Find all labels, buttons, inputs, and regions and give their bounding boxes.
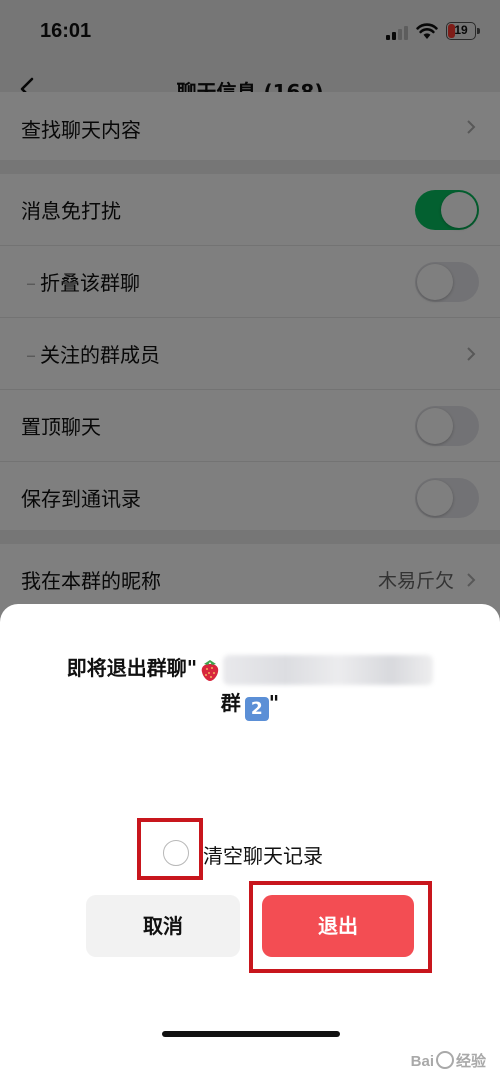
clear-history-label: 清空聊天记录: [203, 844, 323, 868]
exit-group-message: 即将退出群聊" 群 2 ": [0, 654, 500, 721]
clear-history-radio[interactable]: [163, 840, 189, 866]
message-suffix: ": [268, 690, 280, 715]
baidu-watermark: Bai 经验: [410, 1051, 486, 1070]
strawberry-icon: [201, 659, 219, 681]
home-indicator: [162, 1031, 340, 1037]
message-prefix: 即将退出群聊": [66, 656, 198, 680]
message-line2: 群: [220, 690, 241, 715]
exit-group-sheet: 即将退出群聊" 群 2 " 清空聊天记录 取消 退出 Bai 经验: [0, 604, 500, 1083]
cancel-button[interactable]: 取消: [86, 895, 240, 957]
paw-icon: [435, 1051, 454, 1069]
number-badge: 2: [244, 696, 269, 721]
exit-highlight-box: [249, 881, 432, 973]
blurred-group-name: [223, 654, 434, 685]
